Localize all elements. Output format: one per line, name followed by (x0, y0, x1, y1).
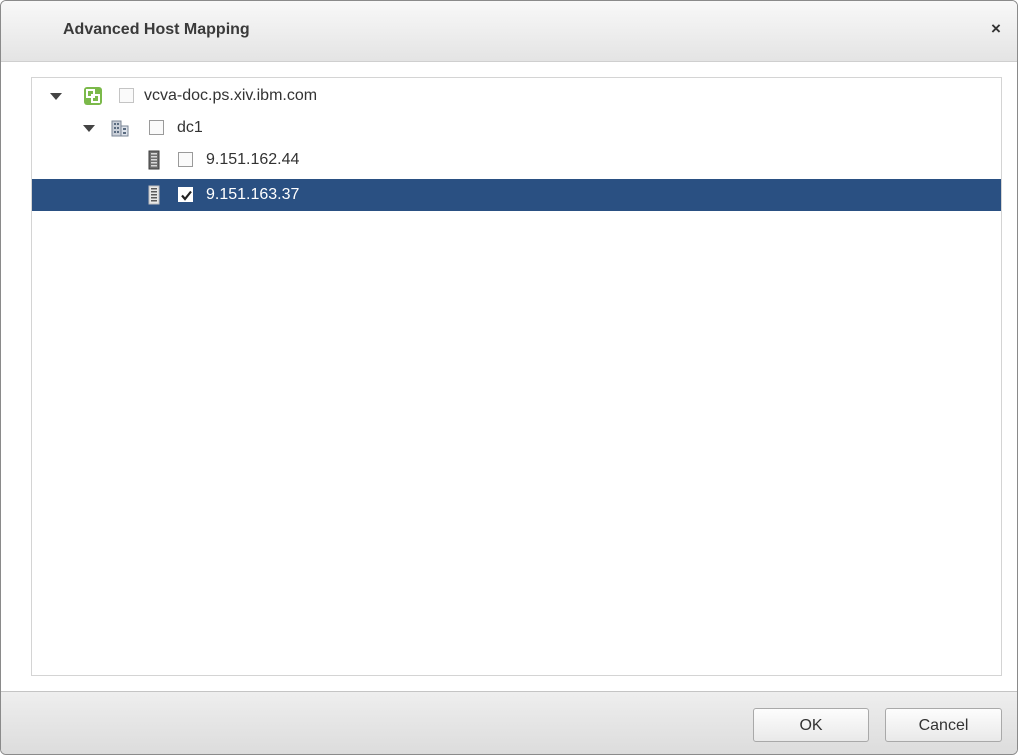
cancel-button[interactable]: Cancel (885, 708, 1002, 742)
tree-node-label: 9.151.162.44 (206, 151, 300, 168)
tree-node-host[interactable]: 9.151.162.44 (32, 144, 1001, 176)
ok-button[interactable]: OK (753, 708, 869, 742)
checkmark-icon (181, 190, 192, 201)
dialog-title: Advanced Host Mapping (63, 21, 250, 38)
expand-arrow-icon[interactable] (83, 125, 95, 132)
expand-arrow-icon[interactable] (50, 93, 62, 100)
dialog-footer: OK Cancel (1, 691, 1017, 754)
tree-node-datacenter[interactable]: dc1 (32, 112, 1001, 144)
tree-node-label: 9.151.163.37 (206, 186, 300, 203)
tree-node-host-selected[interactable]: 9.151.163.37 (32, 179, 1001, 211)
tree-node-vcenter[interactable]: vcva-doc.ps.xiv.ibm.com (32, 80, 1001, 112)
vcenter-icon (83, 86, 103, 106)
host-tree: vcva-doc.ps.xiv.ibm.com dc1 9.151.162.44… (31, 77, 1002, 676)
datacenter-icon (110, 118, 130, 138)
close-icon[interactable]: × (987, 18, 1005, 40)
host-icon (144, 150, 164, 170)
datacenter-checkbox[interactable] (149, 120, 164, 135)
host-checkbox-checked[interactable] (178, 187, 193, 202)
host-checkbox[interactable] (178, 152, 193, 167)
tree-node-label: vcva-doc.ps.xiv.ibm.com (144, 87, 318, 104)
advanced-host-mapping-dialog: Advanced Host Mapping × vcva-doc.ps.xiv.… (0, 0, 1018, 755)
dialog-titlebar[interactable]: Advanced Host Mapping × (1, 1, 1017, 62)
tree-node-label: dc1 (177, 119, 203, 136)
vcenter-checkbox[interactable] (119, 88, 134, 103)
host-icon (144, 185, 164, 205)
